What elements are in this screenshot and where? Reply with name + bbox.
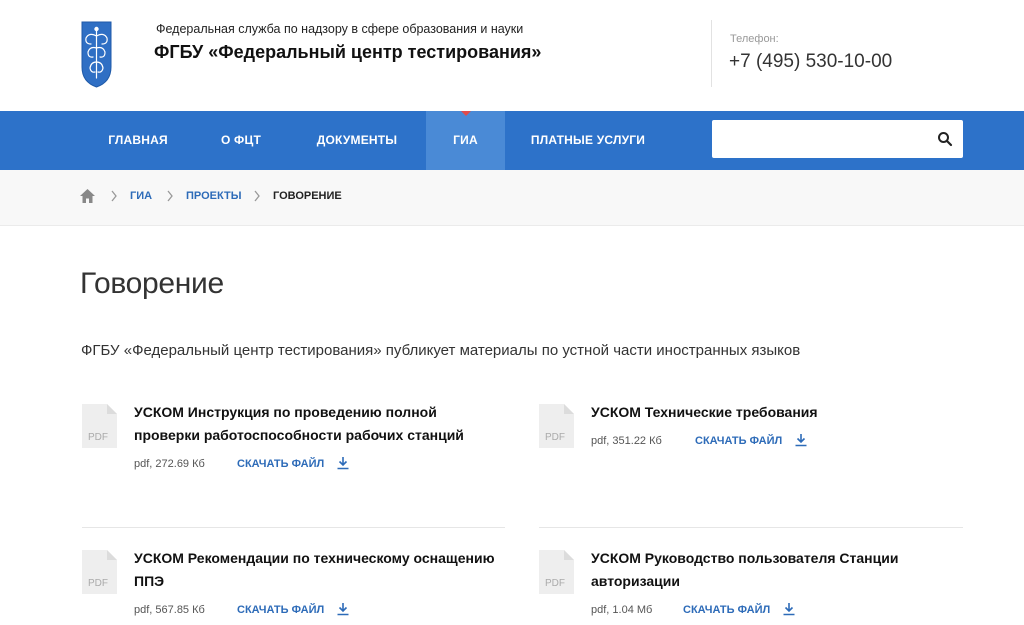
phone-label: Телефон: — [730, 33, 779, 45]
pdf-file-icon[interactable]: PDF — [539, 550, 574, 594]
chevron-right-icon — [111, 190, 117, 202]
nav-item-paid-services[interactable]: ПЛАТНЫЕ УСЛУГИ — [505, 111, 671, 170]
download-link[interactable]: СКАЧАТЬ ФАЙЛ — [683, 604, 770, 616]
page-intro: ФГБУ «Федеральный центр тестирования» пу… — [81, 342, 801, 359]
file-title[interactable]: УСКОМ Рекомендации по техническому оснащ… — [134, 547, 504, 593]
home-icon[interactable] — [79, 188, 96, 204]
pdf-file-icon[interactable]: PDF — [82, 404, 117, 448]
file-title[interactable]: УСКОМ Инструкция по проведению полной пр… — [134, 401, 504, 447]
emblem-shield-icon[interactable] — [81, 20, 112, 88]
download-link[interactable]: СКАЧАТЬ ФАЙЛ — [695, 435, 782, 447]
breadcrumb-item-projects[interactable]: ПРОЕКТЫ — [186, 190, 241, 202]
breadcrumb: ГИА ПРОЕКТЫ ГОВОРЕНИЕ — [0, 170, 1024, 226]
file-title[interactable]: УСКОМ Руководство пользователя Станции а… — [591, 547, 961, 593]
download-link[interactable]: СКАЧАТЬ ФАЙЛ — [237, 458, 324, 470]
download-link[interactable]: СКАЧАТЬ ФАЙЛ — [237, 604, 324, 616]
pdf-file-icon[interactable]: PDF — [82, 550, 117, 594]
pdf-icon-label: PDF — [88, 578, 108, 589]
nav-item-gia[interactable]: ГИА — [426, 111, 505, 170]
page-title: Говорение — [80, 267, 224, 300]
search-icon[interactable] — [935, 129, 955, 149]
org-title[interactable]: ФГБУ «Федеральный центр тестирования» — [154, 42, 541, 63]
file-item: PDF УСКОМ Рекомендации по техническому о… — [82, 547, 507, 625]
main-nav: ГЛАВНАЯ О ФЦТ ДОКУМЕНТЫ ГИА ПЛАТНЫЕ УСЛУ… — [0, 111, 1024, 170]
phone-number[interactable]: +7 (495) 530-10-00 — [729, 51, 892, 73]
download-icon[interactable] — [782, 602, 796, 616]
file-item: PDF УСКОМ Технические требования pdf, 35… — [539, 401, 964, 461]
file-item: PDF УСКОМ Инструкция по проведению полно… — [82, 401, 507, 481]
divider — [82, 527, 505, 528]
pdf-icon-label: PDF — [545, 578, 565, 589]
file-title[interactable]: УСКОМ Технические требования — [591, 401, 961, 424]
chevron-right-icon — [254, 190, 260, 202]
breadcrumb-item-gia[interactable]: ГИА — [130, 190, 152, 202]
org-subtitle: Федеральная служба по надзору в сфере об… — [156, 22, 524, 36]
download-icon[interactable] — [336, 456, 350, 470]
main-content: Говорение ФГБУ «Федеральный центр тестир… — [0, 226, 1024, 625]
header-divider — [711, 20, 712, 87]
file-meta: pdf, 272.69 Кб — [134, 458, 205, 470]
search-box — [712, 120, 963, 158]
file-item: PDF УСКОМ Руководство пользователя Станц… — [539, 547, 964, 625]
breadcrumb-item-current: ГОВОРЕНИЕ — [273, 190, 342, 202]
nav-item-about[interactable]: О ФЦТ — [194, 111, 288, 170]
download-icon[interactable] — [336, 602, 350, 616]
file-meta: pdf, 567.85 Кб — [134, 604, 205, 616]
nav-item-documents[interactable]: ДОКУМЕНТЫ — [288, 111, 426, 170]
pdf-file-icon[interactable]: PDF — [539, 404, 574, 448]
chevron-right-icon — [167, 190, 173, 202]
divider — [539, 527, 963, 528]
download-icon[interactable] — [794, 433, 808, 447]
search-input[interactable] — [712, 120, 922, 158]
file-meta: pdf, 351.22 Кб — [591, 435, 662, 447]
file-meta: pdf, 1.04 Мб — [591, 604, 653, 616]
nav-item-home[interactable]: ГЛАВНАЯ — [82, 111, 194, 170]
site-header: Федеральная служба по надзору в сфере об… — [0, 0, 1024, 111]
pdf-icon-label: PDF — [88, 432, 108, 443]
pdf-icon-label: PDF — [545, 432, 565, 443]
